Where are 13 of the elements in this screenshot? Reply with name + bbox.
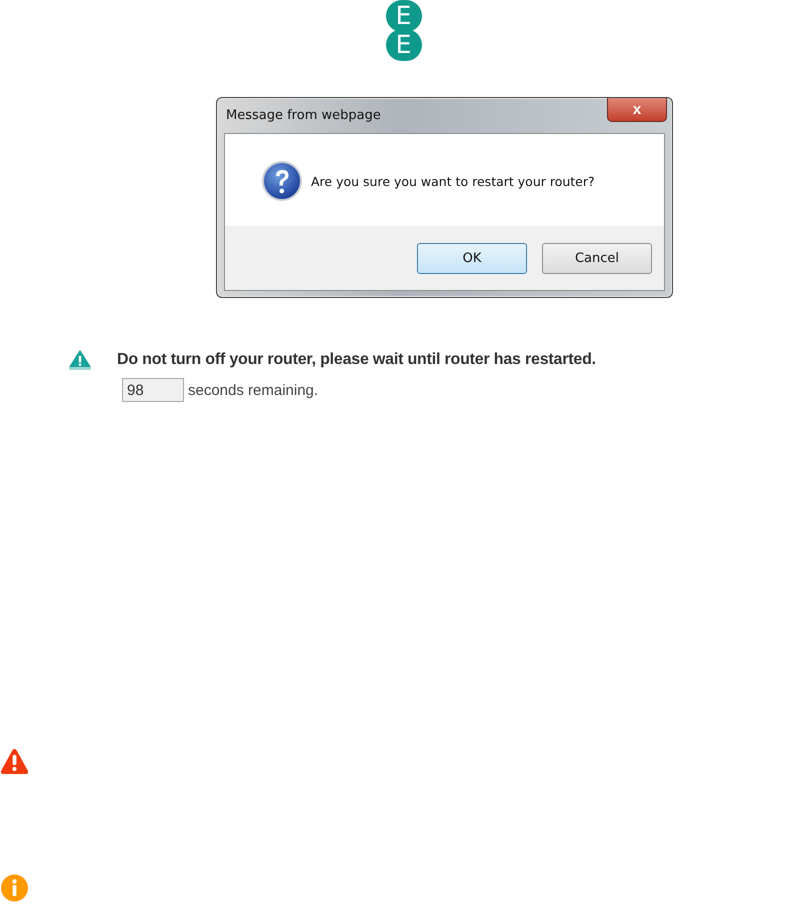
question-icon <box>261 160 303 202</box>
countdown-field[interactable]: 98 <box>122 378 184 402</box>
warning-icon <box>0 748 29 775</box>
window-title: Message from webpage <box>225 108 381 123</box>
warning-icon <box>69 350 91 370</box>
close-button[interactable]: x <box>607 98 667 122</box>
warning-message: Do not turn off your router, please wait until router has restarted. <box>117 351 596 369</box>
logo: E E <box>385 0 422 61</box>
dialog-button[interactable]: Cancel <box>542 243 652 274</box>
countdown-label: seconds remaining. <box>188 382 318 398</box>
dialog-message: Are you sure you want to restart your router? <box>311 174 595 188</box>
dialog-button[interactable]: OK <box>417 243 527 274</box>
info-icon <box>0 874 29 902</box>
